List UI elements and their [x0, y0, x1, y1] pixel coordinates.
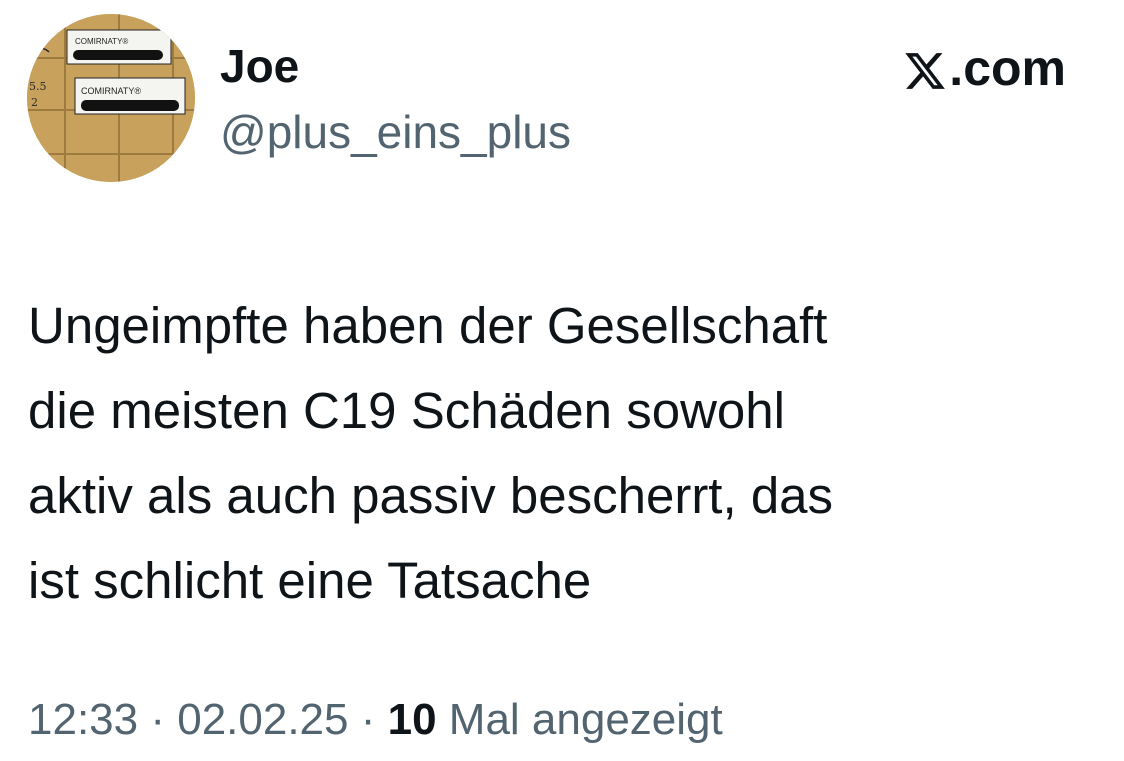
tweet-time[interactable]: 12:33: [28, 695, 138, 744]
avatar-scribble-top: 5.5: [29, 80, 47, 93]
tweet-card: COMIRNATY® COMIRNATY® 5.5 2 Joe @plus_ei…: [0, 0, 1124, 761]
avatar-label-bottom: COMIRNATY®: [81, 86, 141, 96]
author-display-name[interactable]: Joe: [220, 38, 299, 94]
avatar-scribble-bottom: 2: [31, 96, 38, 109]
views-count[interactable]: 10: [388, 695, 437, 744]
tweet-date[interactable]: 02.02.25: [177, 695, 348, 744]
meta-separator: ·: [348, 695, 388, 744]
avatar[interactable]: COMIRNATY® COMIRNATY® 5.5 2: [27, 14, 195, 182]
author-handle[interactable]: @plus_eins_plus: [220, 104, 571, 160]
brand-domain-text: .com: [949, 40, 1066, 96]
avatar-photo: COMIRNATY® COMIRNATY® 5.5 2: [27, 14, 195, 182]
views-label: Mal angezeigt: [436, 695, 723, 744]
brand-watermark: .com: [903, 38, 1066, 98]
avatar-label-top: COMIRNATY®: [75, 37, 128, 46]
tweet-text: Ungeimpfte haben der Gesellschaft die me…: [28, 297, 834, 609]
x-logo-icon: [903, 46, 947, 90]
meta-separator: ·: [138, 695, 178, 744]
tweet-meta: 12:33 · 02.02.25 · 10 Mal angezeigt: [28, 690, 723, 750]
